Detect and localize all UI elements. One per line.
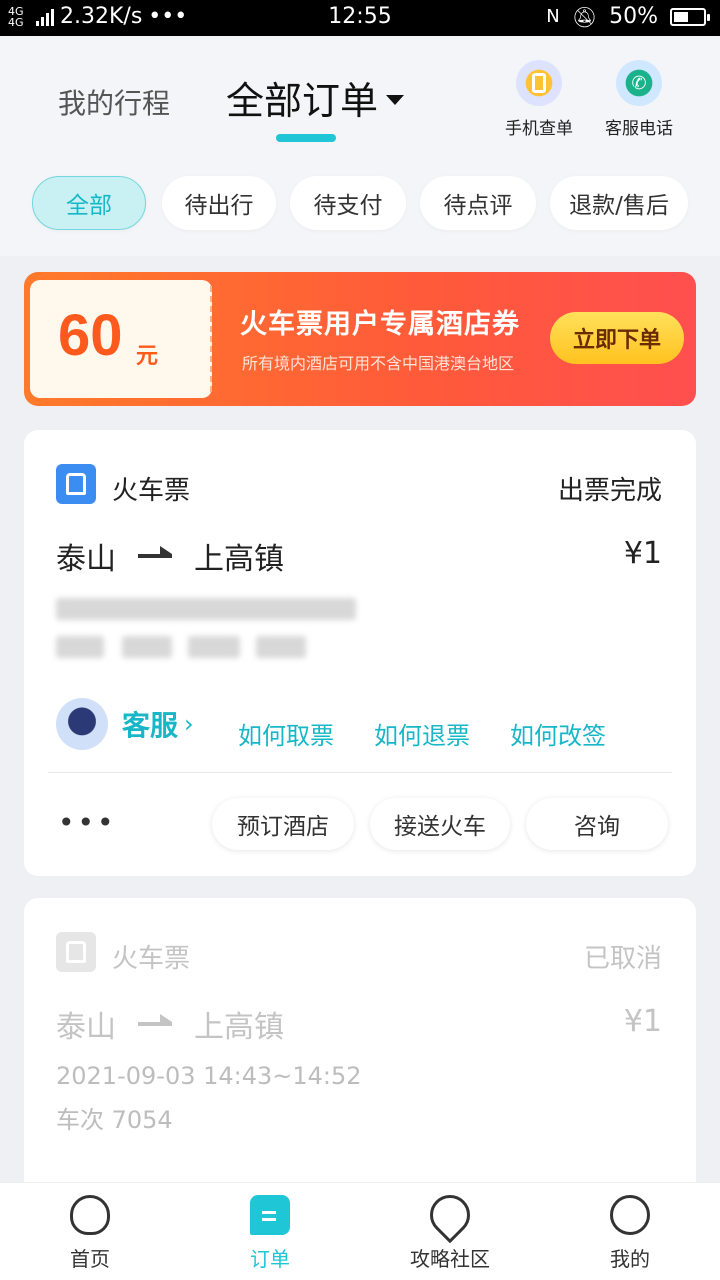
banner-subtitle: 所有境内酒店可用不含中国港澳台地区 (242, 354, 515, 373)
nav-me[interactable]: 我的 (560, 1195, 700, 1272)
divider (48, 772, 672, 773)
nav-community-label: 攻略社区 (410, 1247, 490, 1271)
tab-my-trip[interactable]: 我的行程 (58, 82, 170, 122)
bottom-nav: 首页 订单 攻略社区 我的 (0, 1182, 720, 1280)
book-hotel-button[interactable]: 预订酒店 (212, 798, 354, 850)
train-icon (56, 464, 96, 504)
service-call-button[interactable]: ✆ 客服电话 (594, 60, 684, 139)
location-pin-icon (421, 1186, 479, 1244)
filter-all[interactable]: 全部 (32, 176, 146, 230)
coupon-unit: 元 (136, 344, 159, 369)
nav-home-label: 首页 (70, 1247, 110, 1271)
order-status: 已取消 (583, 944, 662, 974)
how-to-refund-link[interactable]: 如何退票 (374, 716, 470, 751)
filter-unpaid[interactable]: 待支付 (290, 176, 406, 230)
arrow-right-icon (138, 1014, 172, 1026)
route-from: 泰山 (56, 1010, 116, 1045)
route-from: 泰山 (56, 542, 116, 577)
departure-time: 2021-09-03 14:43~14:52 (56, 1062, 362, 1090)
status-right: N 🔕︎ 50% (546, 4, 710, 29)
route: 泰山 上高镇 (56, 1002, 284, 1046)
chevron-right-icon: › (184, 710, 194, 738)
how-to-collect-link[interactable]: 如何取票 (238, 716, 334, 751)
arrow-right-icon (138, 546, 172, 558)
nav-home[interactable]: 首页 (20, 1195, 160, 1272)
order-card[interactable]: 火车票 出票完成 泰山 上高镇 ¥1 客服 › 如何取票 如何退票 如何改签 •… (24, 430, 696, 876)
nav-community[interactable]: 攻略社区 (380, 1186, 520, 1272)
order-price: ¥1 (623, 1004, 662, 1039)
coupon-ticket: 60 元 (30, 280, 212, 398)
consult-button[interactable]: 咨询 (526, 798, 668, 850)
order-type: 火车票 (112, 944, 191, 974)
status-bar: 4G 4G 2.32K/s ••• 12:55 N 🔕︎ 50% (0, 0, 720, 36)
nav-orders[interactable]: 订单 (200, 1195, 340, 1272)
nav-orders-label: 订单 (250, 1247, 290, 1271)
mute-bell-icon: 🔕︎ (571, 4, 598, 29)
order-now-button[interactable]: 立即下单 (550, 312, 684, 364)
customer-service-entry[interactable]: 客服 › (56, 698, 194, 750)
tab-all-orders[interactable]: 全部订单 (226, 70, 405, 125)
banner-title: 火车票用户专属酒店券 (240, 309, 520, 340)
service-call-label: 客服电话 (605, 119, 673, 139)
filter-refund[interactable]: 退款/售后 (550, 176, 688, 230)
order-card-cancelled[interactable]: 火车票 已取消 泰山 上高镇 ¥1 2021-09-03 14:43~14:52… (24, 898, 696, 1198)
tab-all-orders-label: 全部订单 (226, 79, 379, 123)
route-to: 上高镇 (194, 542, 284, 577)
battery-icon (670, 7, 710, 26)
train-transfer-button[interactable]: 接送火车 (370, 798, 510, 850)
route: 泰山 上高镇 (56, 534, 284, 578)
order-type: 火车票 (112, 476, 191, 506)
smile-icon (610, 1195, 650, 1235)
route-to: 上高镇 (194, 1010, 284, 1045)
train-icon (56, 932, 96, 972)
how-to-change-link[interactable]: 如何改签 (510, 716, 606, 751)
filter-to-review[interactable]: 待点评 (420, 176, 536, 230)
hotel-coupon-banner[interactable]: 60 元 火车票用户专属酒店券 所有境内酒店可用不含中国港澳台地区 立即下单 (24, 272, 696, 406)
caret-down-icon (386, 94, 405, 105)
order-status: 出票完成 (557, 476, 662, 506)
order-filter-bar: 全部 待出行 待支付 待点评 退款/售后 (0, 156, 720, 256)
filter-upcoming[interactable]: 待出行 (162, 176, 276, 230)
active-tab-indicator (276, 134, 336, 142)
nfc-icon: N (546, 6, 560, 27)
orders-header: 我的行程 全部订单 手机查单 ✆ 客服电话 (0, 36, 720, 156)
coupon-perforation (210, 286, 212, 392)
phone-search-icon (516, 60, 562, 106)
more-options-icon[interactable]: ••• (58, 806, 117, 839)
battery-percent: 50% (609, 4, 658, 29)
train-number: 车次 7054 (56, 1106, 173, 1134)
order-icon (250, 1195, 290, 1235)
order-price: ¥1 (623, 536, 662, 571)
home-mascot-icon (70, 1195, 110, 1235)
service-label: 客服 (122, 709, 179, 742)
phone-query-label: 手机查单 (505, 119, 573, 139)
nav-me-label: 我的 (610, 1247, 650, 1271)
service-robot-icon (56, 698, 108, 750)
phone-query-button[interactable]: 手机查单 (494, 60, 584, 139)
coupon-amount: 60 (58, 303, 123, 368)
phone-call-icon: ✆ (616, 60, 662, 106)
